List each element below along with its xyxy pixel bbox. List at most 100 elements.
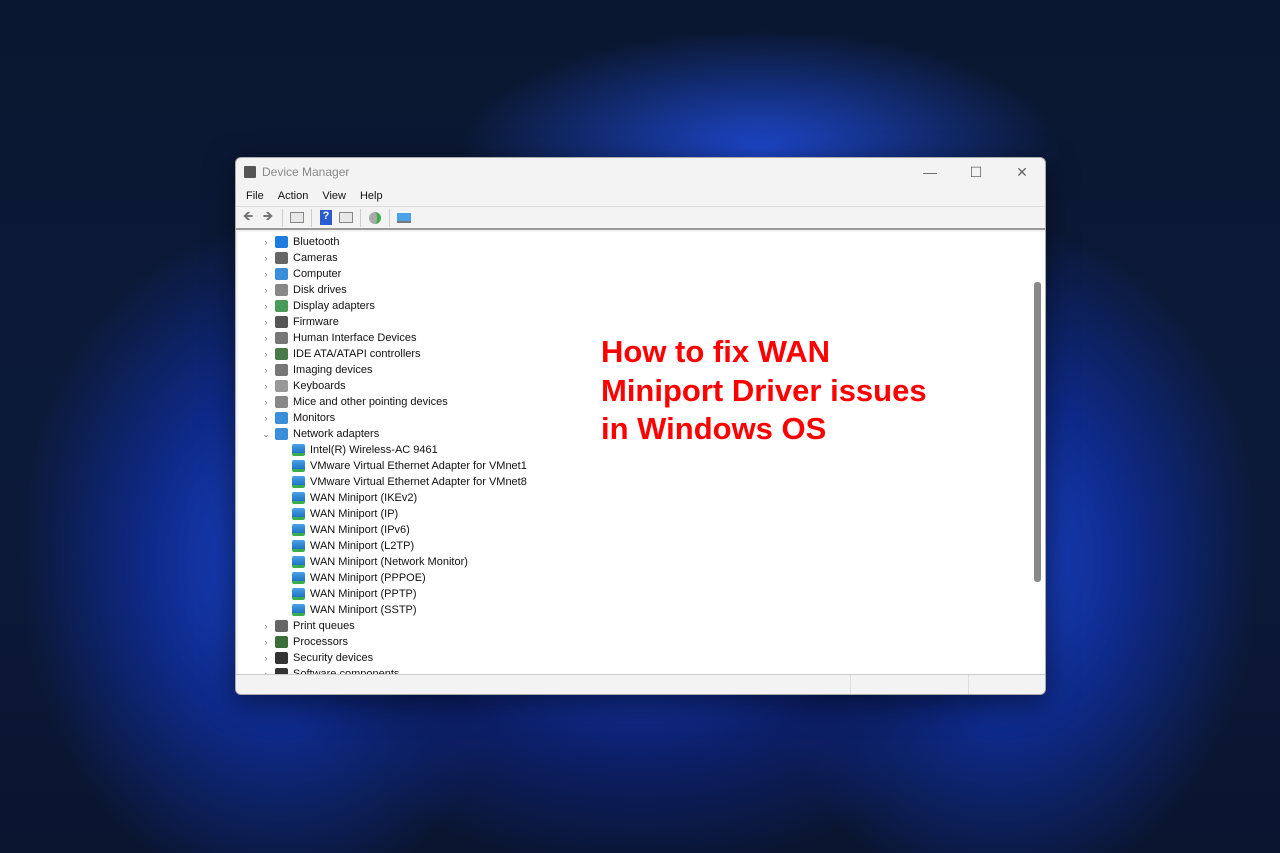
scan-hardware-icon[interactable] [396,210,412,226]
printer-icon [275,620,288,632]
ide-icon [275,348,288,360]
chevron-right-icon[interactable]: › [261,301,271,311]
tree-category-firmware[interactable]: › Firmware [238,314,1030,330]
bluetooth-icon [275,236,288,248]
back-icon[interactable]: 🡸 [240,208,256,226]
network-adapter-icon [292,588,305,600]
chevron-right-icon[interactable]: › [261,349,271,359]
toolbar: 🡸 🡺 ? [236,206,1045,230]
network-adapter-icon [292,444,305,456]
device-label: VMware Virtual Ethernet Adapter for VMne… [310,476,527,488]
device-label: WAN Miniport (IPv6) [310,524,410,536]
display-adapter-icon [275,300,288,312]
tree-item-network-adapter[interactable]: WAN Miniport (PPTP) [238,586,1030,602]
security-icon [275,652,288,664]
device-label: VMware Virtual Ethernet Adapter for VMne… [310,460,527,472]
close-button[interactable]: ✕ [999,164,1045,181]
action-pane-icon[interactable] [338,210,354,226]
network-adapter-icon [275,428,288,440]
maximize-button[interactable]: ☐ [953,164,999,181]
device-manager-icon [244,166,256,178]
tree-item-network-adapter[interactable]: WAN Miniport (SSTP) [238,602,1030,618]
show-hide-console-tree-icon[interactable] [289,210,305,226]
network-adapter-icon [292,572,305,584]
device-label: WAN Miniport (PPPOE) [310,572,426,584]
tree-item-network-adapter[interactable]: WAN Miniport (Network Monitor) [238,554,1030,570]
tree-item-network-adapter[interactable]: WAN Miniport (L2TP) [238,538,1030,554]
menu-file[interactable]: File [246,190,264,202]
category-label: Security devices [293,652,374,664]
tree-category-print-queues[interactable]: › Print queues [238,618,1030,634]
device-label: WAN Miniport (L2TP) [310,540,415,552]
separator [311,208,312,227]
network-adapter-icon [292,604,305,616]
device-label: WAN Miniport (SSTP) [310,604,417,616]
tree-item-network-adapter[interactable]: VMware Virtual Ethernet Adapter for VMne… [238,474,1030,490]
chevron-right-icon[interactable]: › [261,285,271,295]
menu-action[interactable]: Action [278,190,309,202]
help-glyph: ? [320,210,332,225]
chevron-right-icon[interactable]: › [261,317,271,327]
firmware-icon [275,316,288,328]
device-label: WAN Miniport (PPTP) [310,588,417,600]
tree-category-cameras[interactable]: › Cameras [238,250,1030,266]
forward-icon[interactable]: 🡺 [260,208,276,226]
headline-line: Miniport Driver issues [601,372,927,408]
menu-help[interactable]: Help [360,190,383,202]
tree-item-network-adapter[interactable]: WAN Miniport (IKEv2) [238,490,1030,506]
update-driver-icon[interactable] [367,210,383,226]
network-adapter-icon [292,540,305,552]
chevron-right-icon[interactable]: › [261,413,271,423]
tree-item-network-adapter[interactable]: WAN Miniport (IP) [238,506,1030,522]
category-label: Processors [293,636,349,648]
scrollbar-thumb[interactable] [1034,282,1041,582]
tree-category-processors[interactable]: › Processors [238,634,1030,650]
network-adapter-icon [292,524,305,536]
help-icon[interactable]: ? [318,210,334,226]
headline-line: How to fix WAN [601,334,831,369]
vertical-scrollbar[interactable] [1030,232,1045,675]
chevron-right-icon[interactable]: › [261,637,271,647]
tree-category-display-adapters[interactable]: › Display adapters [238,298,1030,314]
network-adapter-icon [292,508,305,520]
chevron-down-icon[interactable]: ⌄ [261,429,271,440]
monitor-icon [275,412,288,424]
chevron-right-icon[interactable]: › [261,237,271,247]
chevron-right-icon[interactable]: › [261,381,271,391]
minimize-button[interactable]: — [907,164,953,181]
chevron-right-icon[interactable]: › [261,333,271,343]
hid-icon [275,332,288,344]
chevron-right-icon[interactable]: › [261,621,271,631]
network-adapter-icon [292,476,305,488]
menu-bar: File Action View Help [236,186,1045,206]
chevron-right-icon[interactable]: › [261,269,271,279]
chevron-right-icon[interactable]: › [261,653,271,663]
chevron-right-icon[interactable]: › [261,397,271,407]
separator [282,208,283,227]
tree-category-computer[interactable]: › Computer [238,266,1030,282]
chevron-right-icon[interactable]: › [261,365,271,375]
device-label: WAN Miniport (IKEv2) [310,492,418,504]
network-adapter-icon [292,556,305,568]
tree-item-network-adapter[interactable]: WAN Miniport (PPPOE) [238,570,1030,586]
category-label: Cameras [293,252,338,264]
network-adapter-icon [292,492,305,504]
window-title: Device Manager [262,165,350,179]
separator [389,208,390,227]
tree-item-network-adapter[interactable]: VMware Virtual Ethernet Adapter for VMne… [238,458,1030,474]
imaging-icon [275,364,288,376]
chevron-right-icon[interactable]: › [261,253,271,263]
camera-icon [275,252,288,264]
category-label: Firmware [293,316,339,328]
menu-view[interactable]: View [322,190,346,202]
keyboard-icon [275,380,288,392]
category-label: Print queues [293,620,355,632]
tree-category-disk-drives[interactable]: › Disk drives [238,282,1030,298]
category-label: Disk drives [293,284,347,296]
tree-category-security-devices[interactable]: › Security devices [238,650,1030,666]
category-label: Monitors [293,412,336,424]
headline-overlay: How to fix WAN Miniport Driver issues in… [601,333,927,449]
tree-category-bluetooth[interactable]: › Bluetooth [238,234,1030,250]
category-label: Mice and other pointing devices [293,396,448,408]
tree-item-network-adapter[interactable]: WAN Miniport (IPv6) [238,522,1030,538]
